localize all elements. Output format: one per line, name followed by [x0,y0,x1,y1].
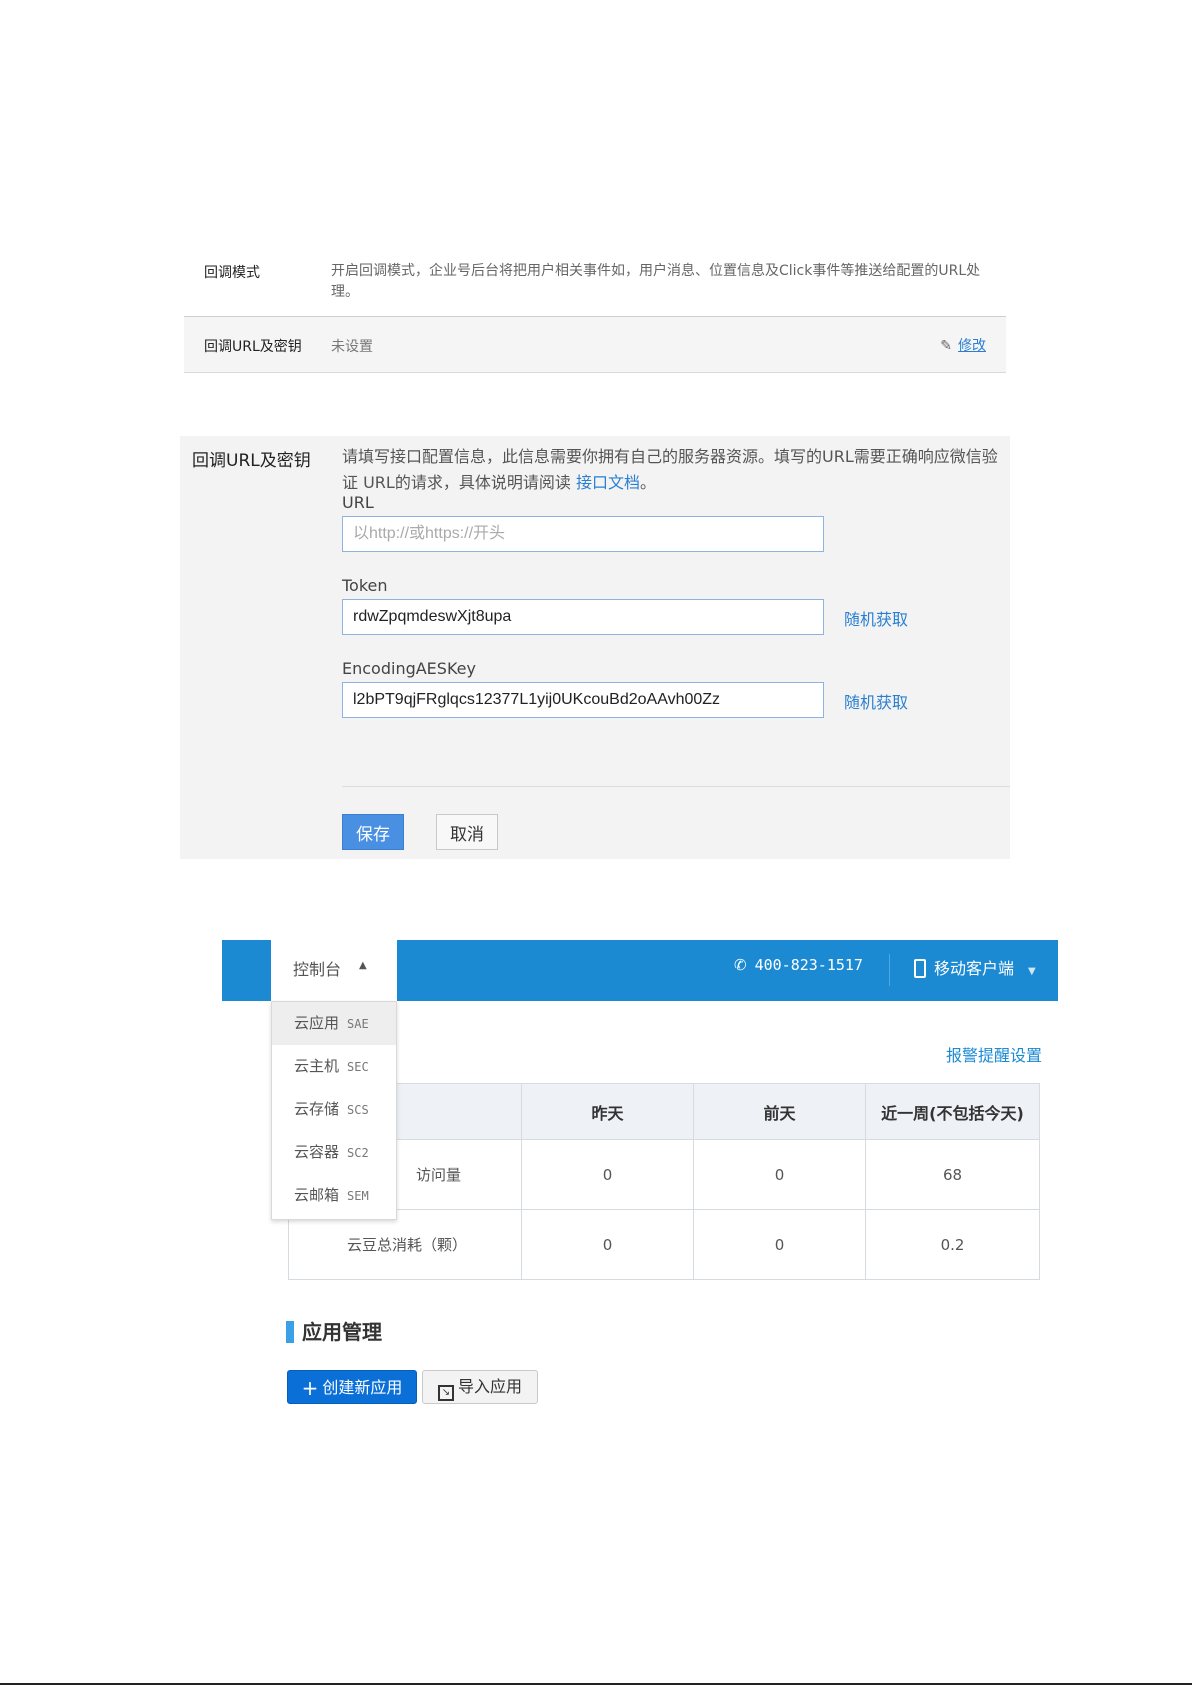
console-menu-label: 控制台 [293,960,342,979]
top-navbar: 控制台 ▲ ✆ 400-823-1517 移动客户端 ▼ [222,940,1058,1001]
dropdown-item-name: 云应用 [294,1014,340,1032]
dropdown-item-code: SCS [347,1103,369,1117]
callback-mode-description: 开启回调模式，企业号后台将把用户相关事件如，用户消息、位置信息及Click事件等… [331,263,981,300]
pencil-icon: ✎ [940,338,952,354]
create-app-label: 创建新应用 [322,1378,403,1397]
alert-settings-link[interactable]: 报警提醒设置 [946,1042,1042,1066]
table-header-row: 昨天 前天 近一周(不包括今天) [288,1083,1040,1140]
table-cell: 68 [865,1139,1040,1210]
dropdown-item-sem[interactable]: 云邮箱 SEM [272,1174,396,1217]
navbar-divider [889,954,890,986]
aes-key-input[interactable] [342,682,824,718]
dropdown-item-code: SEM [347,1189,369,1203]
callback-url-key-label: 回调URL及密钥 [204,339,302,355]
console-dashboard: 控制台 ▲ ✆400-823-1517 移动客户端▼ 汇总 报警提醒设置 昨天 … [222,940,1058,1420]
config-intro-end: 。 [639,473,656,492]
usage-summary-table: 昨天 前天 近一周(不包括今天) 访问量 0 0 68 云豆总消耗（颗） 0 0… [288,1083,1040,1280]
callback-url-key-row: 回调URL及密钥 未设置 ✎ 修改 [184,317,1006,373]
dropdown-item-name: 云主机 [294,1057,340,1075]
import-app-button[interactable]: ↘ 导入应用 [422,1370,538,1404]
config-form-label: 回调URL及密钥 [192,451,311,471]
edit-label: 修改 [958,338,986,354]
dropdown-item-code: SEC [347,1060,369,1074]
section-marker [286,1321,294,1343]
phone-icon: ✆ [734,956,747,974]
config-intro: 请填写接口配置信息，此信息需要你拥有自己的服务器资源。填写的URL需要正确响应微… [342,444,1002,496]
caret-up-icon: ▲ [359,960,367,971]
callback-config-form: 回调URL及密钥 请填写接口配置信息，此信息需要你拥有自己的服务器资源。填写的U… [180,436,1010,859]
table-row: 访问量 0 0 68 [288,1139,1040,1210]
table-header: 前天 [693,1083,866,1140]
plus-icon: + [301,1376,319,1400]
callback-mode-label: 回调模式 [204,265,260,281]
dropdown-item-code: SC2 [347,1146,369,1160]
token-field-label: Token [342,576,388,595]
edit-link[interactable]: ✎ 修改 [940,335,986,355]
console-dropdown-menu: 云应用 SAE 云主机 SEC 云存储 SCS 云容器 SC2 云邮箱 SEM [271,1001,397,1220]
table-cell: 0 [693,1209,866,1280]
mobile-client-menu[interactable]: 移动客户端 ▼ [914,955,1036,979]
app-management-title: 应用管理 [286,1316,382,1345]
mobile-client-label: 移动客户端 [934,959,1015,978]
table-header: 近一周(不包括今天) [865,1083,1040,1140]
table-cell: 0 [521,1209,694,1280]
dropdown-item-name: 云邮箱 [294,1186,340,1204]
callback-mode-panel: 回调模式 开启回调模式，企业号后台将把用户相关事件如，用户消息、位置信息及Cli… [184,248,1006,373]
table-cell: 0 [693,1139,866,1210]
caret-down-icon: ▼ [1028,966,1036,977]
url-input[interactable] [342,516,824,552]
aes-random-link[interactable]: 随机获取 [844,689,908,713]
dropdown-item-sec[interactable]: 云主机 SEC [272,1045,396,1088]
console-menu-button[interactable]: 控制台 ▲ [271,940,397,1001]
dropdown-item-name: 云容器 [294,1143,340,1161]
aes-key-field-label: EncodingAESKey [342,659,476,678]
dropdown-item-name: 云存储 [294,1100,340,1118]
save-button[interactable]: 保存 [342,814,404,850]
table-cell: 0 [521,1139,694,1210]
table-cell: 0.2 [865,1209,1040,1280]
phone-number: ✆ 400-823-1517 [734,956,863,974]
dropdown-item-code: SAE [347,1017,369,1031]
callback-url-key-value: 未设置 [331,339,373,355]
table-row: 云豆总消耗（颗） 0 0 0.2 [288,1209,1040,1280]
dropdown-item-sc2[interactable]: 云容器 SC2 [272,1131,396,1174]
phone-text: 400-823-1517 [754,956,863,974]
cancel-button[interactable]: 取消 [436,814,498,850]
api-doc-link[interactable]: 接口文档 [576,473,640,492]
app-management-label: 应用管理 [302,1320,382,1344]
token-input[interactable] [342,599,824,635]
config-intro-text: 请填写接口配置信息，此信息需要你拥有自己的服务器资源。填写的URL需要正确响应微… [342,447,998,492]
dropdown-item-sae[interactable]: 云应用 SAE [272,1002,396,1045]
create-app-button[interactable]: + 创建新应用 [287,1370,417,1404]
dropdown-item-scs[interactable]: 云存储 SCS [272,1088,396,1131]
token-random-link[interactable]: 随机获取 [844,606,908,630]
table-row-label: 云豆总消耗（颗） [288,1209,522,1280]
table-header: 昨天 [521,1083,694,1140]
import-icon: ↘ [437,1385,454,1401]
form-divider [342,786,1010,787]
import-app-label: 导入应用 [457,1377,522,1396]
callback-mode-row: 回调模式 开启回调模式，企业号后台将把用户相关事件如，用户消息、位置信息及Cli… [184,248,1006,317]
url-field-label: URL [342,493,374,512]
mobile-phone-icon [914,959,926,978]
